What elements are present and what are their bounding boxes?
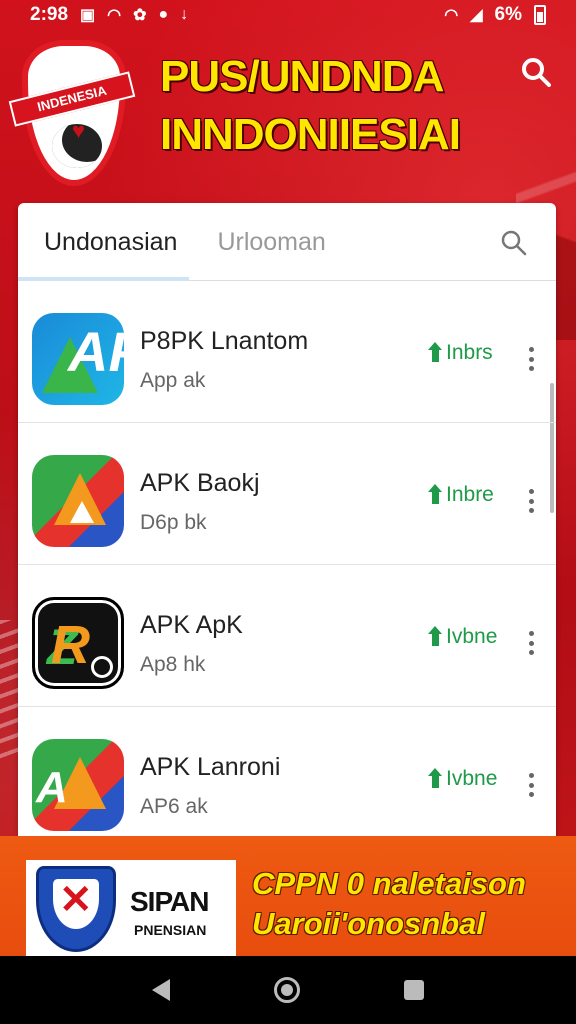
download-arrow-icon (428, 768, 442, 790)
search-icon (522, 58, 551, 87)
app-subtitle: AP6 ak (140, 795, 208, 818)
app-icon: Z R (32, 597, 124, 689)
list-item[interactable]: A APK Lanroni AP6 ak Ivbne (18, 707, 556, 843)
app-icon (32, 455, 124, 547)
install-label: Inbre (446, 483, 494, 506)
mail-icon: ▣ (80, 7, 96, 24)
app-icon: A (32, 739, 124, 831)
banner-logo: SIPAN PNENSIAN (26, 860, 236, 956)
cell-signal-icon: ◢ (470, 7, 483, 24)
download-icon: ↓ (180, 6, 189, 23)
app-icon: AP (32, 313, 124, 405)
app-subtitle: D6p bk (140, 511, 207, 534)
banner-text: CPPN 0 naletaison Uaroii'onosnbal (252, 864, 526, 944)
list-item[interactable]: AP P8PK Lnantom App ak Inbrs (18, 281, 556, 423)
status-time: 2:98 (30, 4, 69, 25)
alert-icon: ● (158, 6, 169, 23)
wifi-icon: ◠ (107, 7, 122, 24)
app-icon-letter: AP (68, 320, 124, 383)
app-logo: INDENESIA ♥ (8, 40, 136, 190)
app-list-card: Undonasian Urlooman AP P8PK Lnantom App … (18, 203, 556, 843)
recent-apps-icon[interactable] (404, 980, 424, 1000)
tab-undonasian[interactable]: Undonasian (18, 203, 190, 281)
banner-brand-sub: PNENSIAN (134, 922, 207, 938)
tab-search-button[interactable] (500, 229, 528, 257)
app-header: INDENESIA ♥ PUS/UNDNDA INNDONIIESIAI (0, 32, 576, 202)
more-options-button[interactable] (528, 347, 534, 371)
tab-bar: Undonasian Urlooman (18, 203, 556, 281)
list-item[interactable]: Z R APK ApK Ap8 hk Ivbne (18, 565, 556, 707)
list-item[interactable]: APK Baokj D6p bk Inbre (18, 423, 556, 565)
download-arrow-icon (428, 484, 442, 506)
system-nav-bar (0, 956, 576, 1024)
more-options-button[interactable] (528, 489, 534, 513)
shield-icon (36, 866, 116, 952)
app-subtitle: Ap8 hk (140, 653, 206, 676)
download-arrow-icon (428, 626, 442, 648)
header-search-button[interactable] (518, 54, 554, 90)
battery-percent: 6% (494, 4, 522, 25)
app-name: APK ApK (140, 611, 243, 639)
app-icon-letter: A (36, 763, 68, 812)
ad-banner[interactable]: SIPAN PNENSIAN CPPN 0 naletaison Uaroii'… (0, 836, 576, 956)
header-title-line2: INNDONIIESIAI (160, 110, 461, 159)
app-name: P8PK Lnantom (140, 327, 309, 355)
notification-icon: ✿ (133, 7, 147, 24)
app-icon-letter: R (51, 615, 90, 675)
install-button[interactable]: Ivbne (428, 767, 497, 791)
install-label: Inbrs (446, 341, 493, 364)
app-list: AP P8PK Lnantom App ak Inbrs APK Baokj D… (18, 281, 556, 843)
download-arrow-icon (428, 342, 442, 364)
heart-icon: ♥ (72, 118, 86, 143)
home-icon[interactable] (274, 977, 300, 1003)
back-icon[interactable] (152, 979, 170, 1001)
more-options-button[interactable] (528, 631, 534, 655)
app-subtitle: App ak (140, 369, 206, 392)
banner-line1: CPPN 0 naletaison (252, 866, 526, 901)
battery-icon (534, 5, 546, 25)
wifi-signal-icon: ◠ (444, 7, 459, 24)
search-icon (501, 230, 527, 256)
tab-urlooman[interactable]: Urlooman (217, 203, 325, 281)
install-button[interactable]: Ivbne (428, 625, 497, 649)
badge-icon (91, 656, 113, 678)
install-button[interactable]: Inbrs (428, 341, 493, 365)
banner-brand: SIPAN (130, 886, 209, 917)
install-button[interactable]: Inbre (428, 483, 494, 507)
app-name: APK Baokj (140, 469, 260, 497)
install-label: Ivbne (446, 767, 498, 790)
more-options-button[interactable] (528, 773, 534, 797)
header-title-line1: PUS/UNDNDA (160, 52, 444, 101)
header-title: PUS/UNDNDA INNDONIIESIAI (160, 48, 500, 164)
status-bar: 2:98 ▣ ◠ ✿ ● ↓ ◠ ◢ 6% (0, 0, 576, 30)
banner-line2: Uaroii'onosnbal (252, 906, 485, 941)
app-name: APK Lanroni (140, 753, 281, 781)
install-label: Ivbne (446, 625, 498, 648)
